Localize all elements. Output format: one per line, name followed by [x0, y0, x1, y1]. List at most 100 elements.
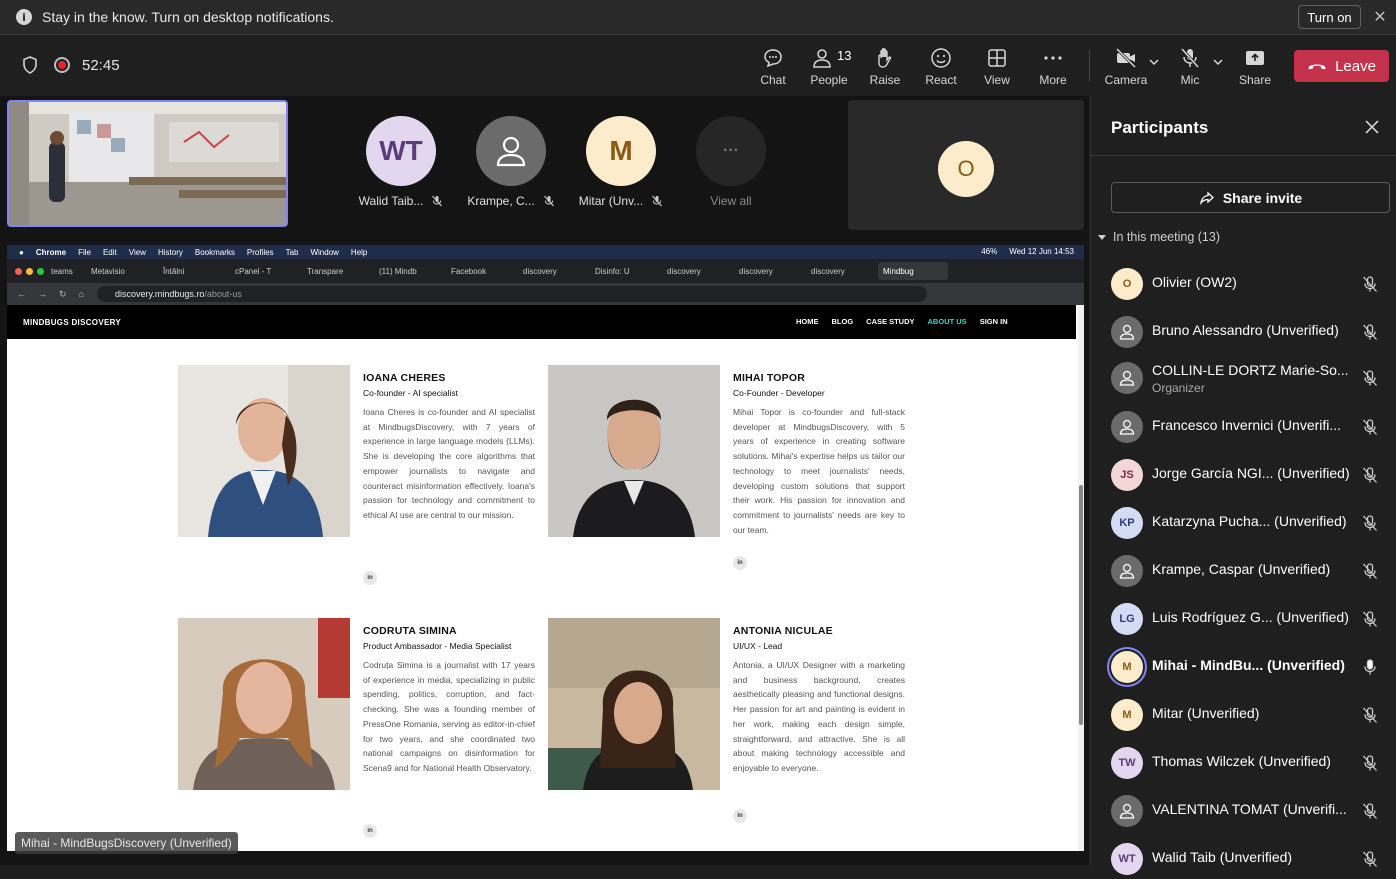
- browser-tab[interactable]: (11) Mindb: [374, 262, 444, 280]
- chat-button[interactable]: Chat: [747, 44, 799, 90]
- mic-off-icon[interactable]: [1361, 610, 1379, 628]
- mic-off-icon[interactable]: [1361, 754, 1379, 772]
- shield-icon[interactable]: [22, 56, 38, 74]
- caret-down-icon: [1098, 235, 1106, 240]
- browser-tab[interactable]: discovery: [662, 262, 732, 280]
- mic-off-icon[interactable]: [1361, 466, 1379, 484]
- participant-row[interactable]: WT Walid Taib (Unverified): [1111, 839, 1391, 879]
- participant-row[interactable]: LG Luis Rodríguez G... (Unverified): [1111, 599, 1391, 639]
- nav-about-us[interactable]: ABOUT US: [928, 317, 967, 326]
- more-button[interactable]: More: [1027, 44, 1079, 90]
- mic-off-icon[interactable]: [1361, 323, 1379, 341]
- mic-options-chevron-icon[interactable]: [1212, 56, 1224, 68]
- participant-tile[interactable]: WT Walid Taib...: [346, 116, 456, 208]
- participant-row[interactable]: VALENTINA TOMAT (Unverifi...: [1111, 791, 1391, 831]
- participant-row[interactable]: Bruno Alessandro (Unverified): [1111, 312, 1391, 352]
- react-button[interactable]: React: [915, 44, 967, 90]
- person-icon: [1119, 803, 1135, 819]
- mic-off-icon[interactable]: [1361, 850, 1379, 868]
- chat-label: Chat: [760, 73, 786, 87]
- banner-close-icon[interactable]: ✕: [1372, 7, 1388, 27]
- home-icon[interactable]: ⌂: [79, 289, 84, 299]
- clock: Wed 12 Jun 14:53: [1009, 247, 1074, 256]
- nav-home[interactable]: HOME: [796, 317, 819, 326]
- browser-tab-active[interactable]: Mindbug: [878, 262, 948, 280]
- browser-tab[interactable]: discovery: [806, 262, 876, 280]
- participant-row[interactable]: M Mitar (Unverified): [1111, 695, 1391, 735]
- section-label: In this meeting (13): [1113, 230, 1220, 244]
- browser-tab[interactable]: Transpare: [302, 262, 372, 280]
- camera-options-chevron-icon[interactable]: [1148, 56, 1160, 68]
- person-icon: [1119, 419, 1135, 435]
- raise-hand-button[interactable]: Raise: [859, 44, 911, 90]
- participant-row[interactable]: O Olivier (OW2): [1111, 264, 1391, 304]
- participant-row[interactable]: JS Jorge García NGI... (Unverified): [1111, 455, 1391, 495]
- browser-tab[interactable]: Facebook: [446, 262, 516, 280]
- linkedin-icon[interactable]: in: [733, 809, 747, 823]
- mic-off-icon[interactable]: [1361, 802, 1379, 820]
- nav-sign-in[interactable]: SIGN IN: [980, 317, 1008, 326]
- mic-off-icon[interactable]: [1361, 514, 1379, 532]
- avatar: [1111, 316, 1143, 348]
- browser-toolbar: ← → ↻ ⌂ discovery.mindbugs.ro/about-us: [7, 283, 1084, 305]
- leave-button[interactable]: Leave: [1294, 50, 1389, 82]
- self-video-tile[interactable]: [7, 100, 288, 227]
- share-invite-button[interactable]: Share invite: [1111, 182, 1390, 213]
- view-button[interactable]: View: [971, 44, 1023, 90]
- mic-off-icon[interactable]: [1361, 275, 1379, 293]
- mic-button[interactable]: Mic: [1164, 44, 1216, 90]
- linkedin-icon[interactable]: in: [363, 571, 377, 585]
- avatar: M: [1111, 651, 1143, 683]
- reload-icon[interactable]: ↻: [59, 289, 67, 300]
- view-all-tile[interactable]: ··· View all: [676, 116, 786, 208]
- mic-off-icon[interactable]: [1361, 562, 1379, 580]
- mic-off-icon[interactable]: [1361, 369, 1379, 387]
- browser-tab[interactable]: Disinfo: U: [590, 262, 660, 280]
- browser-tab[interactable]: Întâlni: [158, 262, 228, 280]
- linkedin-icon[interactable]: in: [733, 556, 747, 570]
- avatar: M: [586, 116, 656, 186]
- meeting-toolbar: 52:45 Chat 13 People Raise React View Mo…: [0, 36, 1396, 99]
- participant-tile[interactable]: Krampe, C...: [456, 116, 566, 208]
- camera-button[interactable]: Camera: [1100, 44, 1152, 90]
- share-button[interactable]: Share: [1229, 44, 1281, 90]
- linkedin-icon[interactable]: in: [363, 824, 377, 838]
- browser-tab[interactable]: Metavisio: [86, 262, 156, 280]
- turn-on-button[interactable]: Turn on: [1298, 5, 1361, 29]
- site-logo[interactable]: MINDBUGS DISCOVERY: [23, 318, 121, 327]
- in-meeting-section-header[interactable]: In this meeting (13): [1097, 230, 1220, 244]
- browser-tab[interactable]: cPanel - T: [230, 262, 300, 280]
- recording-icon: [54, 57, 70, 73]
- address-bar[interactable]: discovery.mindbugs.ro/about-us: [97, 286, 927, 302]
- page-scrollbar[interactable]: [1078, 305, 1084, 851]
- nav-blog[interactable]: BLOG: [832, 317, 854, 326]
- participant-tile[interactable]: M Mitar (Unv...: [566, 116, 676, 208]
- mic-off-icon[interactable]: [1361, 706, 1379, 724]
- scrollbar-thumb[interactable]: [1079, 485, 1083, 725]
- close-icon[interactable]: [1363, 118, 1381, 136]
- participant-video-tile[interactable]: O: [848, 100, 1084, 230]
- participant-row[interactable]: Krampe, Caspar (Unverified): [1111, 551, 1391, 591]
- browser-tab[interactable]: teams: [46, 262, 84, 280]
- avatar: LG: [1111, 603, 1143, 635]
- participant-row[interactable]: Francesco Invernici (Unverifi...: [1111, 407, 1391, 447]
- mic-on-icon[interactable]: [1361, 658, 1379, 676]
- share-screen-icon: [1246, 51, 1264, 65]
- menu-item: Profiles: [246, 247, 274, 257]
- menu-item: Help: [350, 247, 368, 257]
- mic-off-icon: [652, 195, 663, 207]
- participant-row[interactable]: TW Thomas Wilczek (Unverified): [1111, 743, 1391, 783]
- browser-tab[interactable]: discovery: [518, 262, 588, 280]
- browser-tab[interactable]: discovery: [734, 262, 804, 280]
- smiley-icon: [931, 48, 951, 68]
- menu-item: File: [78, 247, 91, 257]
- people-button[interactable]: 13 People: [803, 44, 855, 99]
- mic-off-icon[interactable]: [1361, 418, 1379, 436]
- back-icon[interactable]: ←: [17, 289, 26, 299]
- participant-name: VALENTINA TOMAT (Unverifi...: [1152, 801, 1347, 817]
- participant-row[interactable]: COLLIN-LE DORTZ Marie-So... Organizer: [1111, 358, 1391, 398]
- forward-icon[interactable]: →: [38, 289, 47, 299]
- participant-row[interactable]: M Mihai - MindBu... (Unverified): [1111, 647, 1391, 687]
- participant-row[interactable]: KP Katarzyna Pucha... (Unverified): [1111, 503, 1391, 543]
- nav-case-study[interactable]: CASE STUDY: [866, 317, 914, 326]
